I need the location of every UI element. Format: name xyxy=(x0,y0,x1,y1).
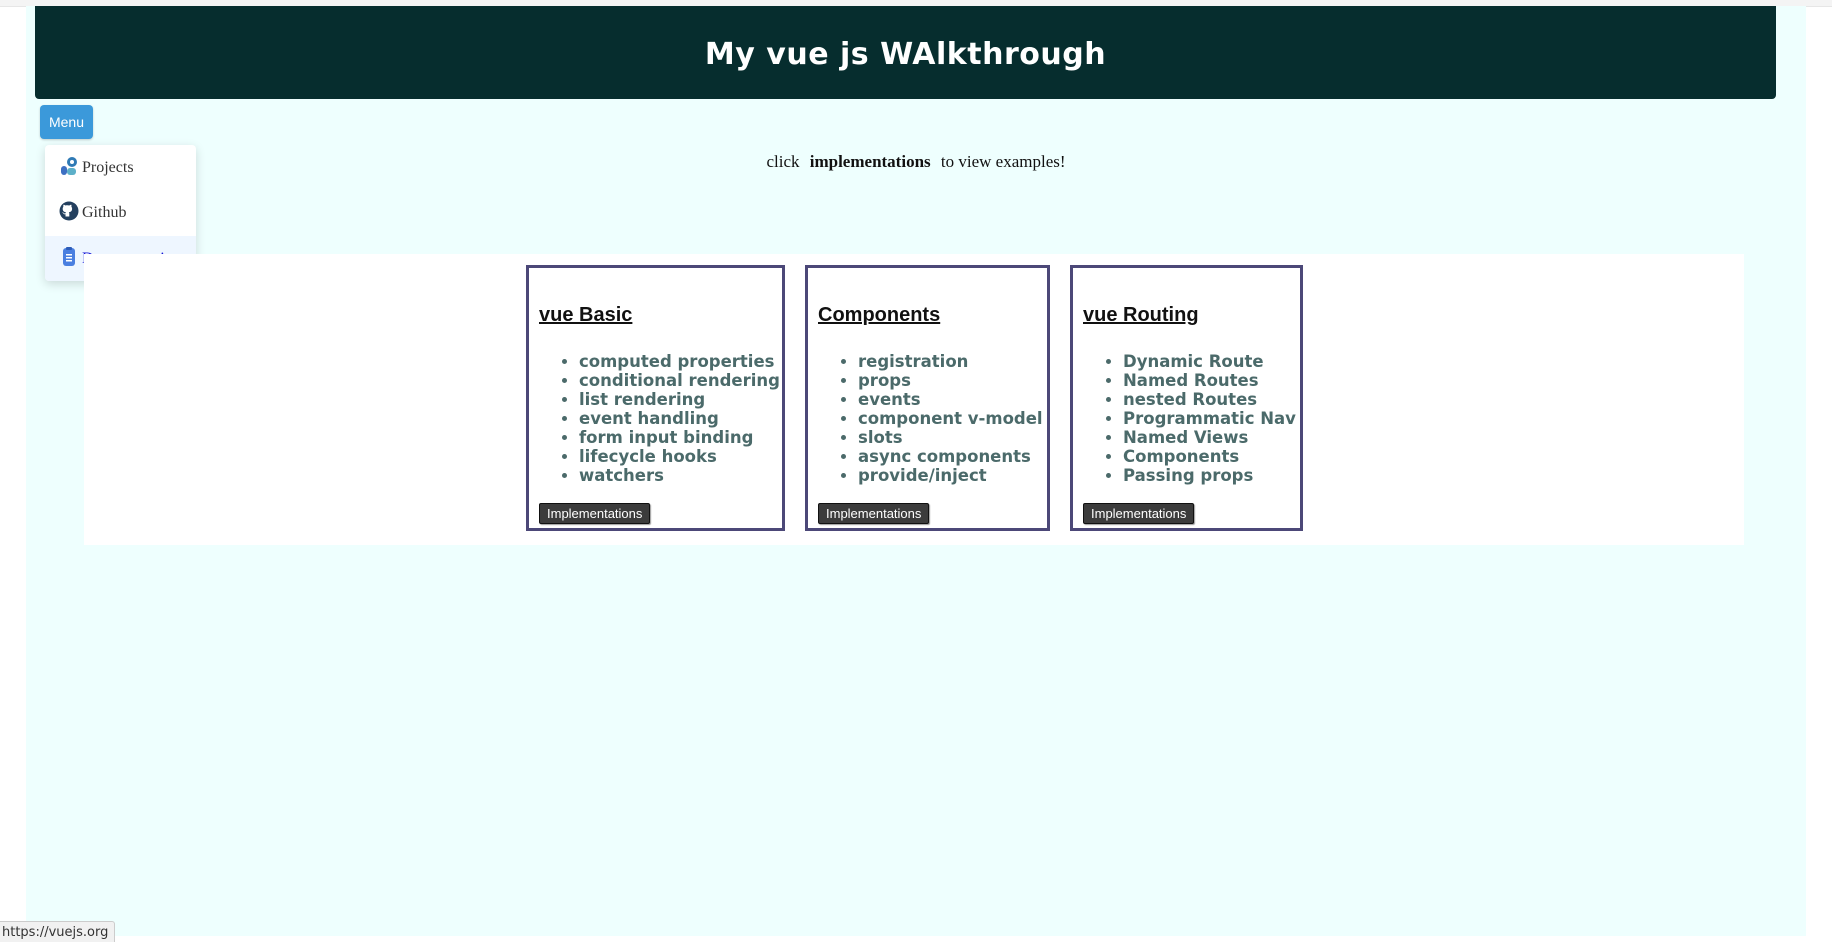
list-item: Programmatic Nav xyxy=(1123,409,1296,428)
instruction-prefix: click xyxy=(766,152,800,171)
menu-item-github[interactable]: Github xyxy=(45,190,196,236)
instruction-text: click implementations to view examples! xyxy=(0,152,1832,172)
card-components: Components registration props events com… xyxy=(805,265,1050,531)
topic-list: registration props events component v-mo… xyxy=(818,352,1043,485)
list-item: conditional rendering xyxy=(579,371,780,390)
menu-button[interactable]: Menu xyxy=(40,105,93,139)
list-item: Named Routes xyxy=(1123,371,1296,390)
instruction-suffix: to view examples! xyxy=(940,152,1066,171)
list-item: lifecycle hooks xyxy=(579,447,780,466)
card-title[interactable]: vue Basic xyxy=(539,304,632,327)
list-item: watchers xyxy=(579,466,780,485)
instruction-emphasis: implementations xyxy=(809,152,931,171)
list-item: provide/inject xyxy=(858,466,1043,485)
list-item: registration xyxy=(858,352,1043,371)
document-icon xyxy=(59,246,79,267)
card-title[interactable]: Components xyxy=(818,304,940,327)
list-item: Named Views xyxy=(1123,428,1296,447)
list-item: event handling xyxy=(579,409,780,428)
page-title: My vue js WAlkthrough xyxy=(704,37,1107,72)
list-item: async components xyxy=(858,447,1043,466)
list-item: nested Routes xyxy=(1123,390,1296,409)
implementations-button[interactable]: Implementations xyxy=(818,503,930,524)
list-item: component v-model xyxy=(858,409,1043,428)
list-item: props xyxy=(858,371,1043,390)
topic-list: Dynamic Route Named Routes nested Routes… xyxy=(1083,352,1296,485)
topic-list: computed properties conditional renderin… xyxy=(539,352,780,485)
implementations-button[interactable]: Implementations xyxy=(1083,503,1195,524)
list-item: Components xyxy=(1123,447,1296,466)
card-title[interactable]: vue Routing xyxy=(1083,304,1199,327)
link-status-bar: https://vuejs.org xyxy=(0,921,116,942)
list-item: computed properties xyxy=(579,352,780,371)
implementations-button[interactable]: Implementations xyxy=(539,503,651,524)
menu-item-label: Github xyxy=(82,204,127,221)
list-item: Passing props xyxy=(1123,466,1296,485)
card-vue-basic: vue Basic computed properties conditiona… xyxy=(526,265,785,531)
card-vue-routing: vue Routing Dynamic Route Named Routes n… xyxy=(1070,265,1303,531)
page-header: My vue js WAlkthrough xyxy=(35,6,1776,99)
list-item: list rendering xyxy=(579,390,780,409)
list-item: Dynamic Route xyxy=(1123,352,1296,371)
list-item: form input binding xyxy=(579,428,780,447)
github-icon xyxy=(59,201,79,221)
list-item: events xyxy=(858,390,1043,409)
list-item: slots xyxy=(858,428,1043,447)
status-url: https://vuejs.org xyxy=(2,924,109,940)
